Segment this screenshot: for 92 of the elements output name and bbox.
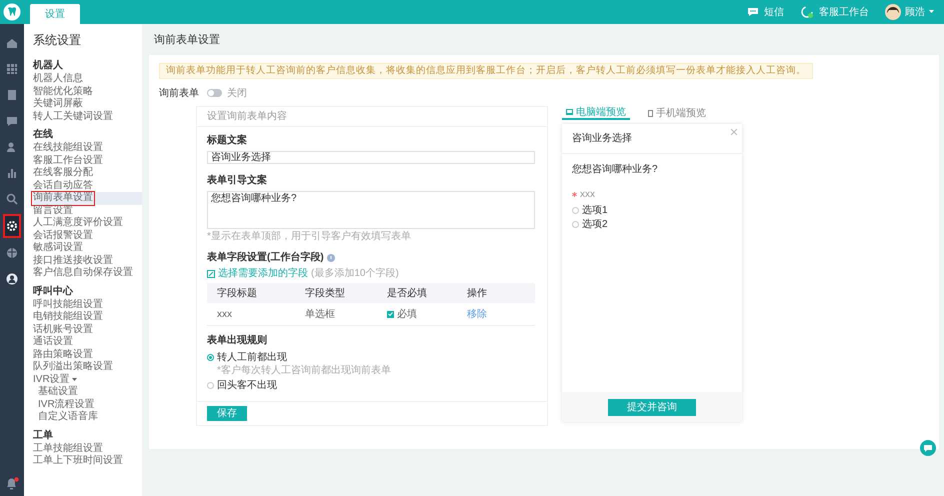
hint-text: *客户每次转人工咨询前都出现询前表单 <box>216 364 392 377</box>
required-checkbox[interactable] <box>387 310 394 318</box>
sidebar-item[interactable]: 工单技能组设置 <box>33 442 103 455</box>
sidebar-item[interactable]: 客户信息自动保存设置 <box>33 267 133 280</box>
notice-banner: 询前表单功能用于转人工咨询前的客户信息收集，将收集的信息应用到客服工作台；开启后，客户转人工前必须填写一份表单才能接入人工咨询。 <box>159 63 813 79</box>
sidebar-item[interactable]: 基础设置 <box>38 386 78 398</box>
sidebar-item[interactable]: 话机账号设置 <box>33 324 93 336</box>
field-label: 表单字段设置(工作台字段) <box>207 250 324 265</box>
people-icon <box>6 141 18 153</box>
field-label: 表单出现规则 <box>207 334 268 347</box>
sidebar-item[interactable]: 客服工作台设置 <box>33 154 103 167</box>
radio-button[interactable] <box>207 354 214 361</box>
page-title: 询前表单设置 <box>154 33 221 48</box>
rail-button[interactable] <box>3 214 21 238</box>
radio-label: 回头客不出现 <box>217 378 277 393</box>
sidebar-item[interactable]: 呼叫技能组设置 <box>33 298 103 311</box>
caret-icon[interactable] <box>72 378 77 382</box>
avatar-icon[interactable] <box>885 4 901 20</box>
title-input[interactable]: 咨询业务选择 <box>207 151 535 164</box>
sidebar-item[interactable]: 路由策略设置 <box>33 348 93 361</box>
sidebar-item[interactable]: 工单上下班时间设置 <box>33 455 123 468</box>
monitor-icon <box>566 109 573 115</box>
column-header: 是否必填 <box>387 286 428 300</box>
help-icon[interactable] <box>326 254 335 262</box>
sidebar-group-title: 工单 <box>33 428 54 442</box>
home-icon <box>6 37 18 49</box>
column-header: 字段标题 <box>217 286 258 300</box>
phone-icon <box>648 110 653 116</box>
settings-icon <box>6 220 18 232</box>
hint-text: *显示在表单顶部，用于引导客户有效填写表单 <box>207 230 412 243</box>
table-cell-text: xxx <box>217 308 233 322</box>
sidebar-item[interactable]: 留言设置 <box>33 204 73 217</box>
headset-ring-icon[interactable] <box>800 5 814 19</box>
sidebar-item[interactable]: 智能优化策略 <box>33 86 93 98</box>
question-label: xxx <box>580 188 595 202</box>
field-label: 标题文案 <box>207 134 248 147</box>
grid-icon <box>6 63 18 75</box>
sidebar-item[interactable]: 关键词屏蔽 <box>33 98 83 110</box>
sidebar-item[interactable]: IVR流程设置 <box>38 398 95 411</box>
search-icon <box>6 193 18 205</box>
document-icon <box>6 89 18 101</box>
chat-icon <box>6 115 18 127</box>
checkbox-label: 必填 <box>397 308 417 322</box>
sidebar-item[interactable]: 机器人信息 <box>33 73 83 86</box>
radio-label: 选项1 <box>582 204 608 218</box>
sidebar-item[interactable]: 转人工关键词设置 <box>33 110 113 123</box>
radio-button[interactable] <box>572 206 579 214</box>
radio-label: 转人工前都出现 <box>217 350 287 364</box>
toggle-switch[interactable] <box>207 89 222 97</box>
toggle-state: 关闭 <box>227 86 247 100</box>
sidebar-item[interactable]: 人工满意度评价设置 <box>33 217 123 230</box>
caret-icon[interactable] <box>929 10 934 14</box>
sidebar-group-title: 机器人 <box>33 59 64 72</box>
sidebar-item[interactable]: 自定义语音库 <box>38 411 98 424</box>
dialog-question: 您想咨询哪种业务? <box>572 163 659 176</box>
sidebar-item[interactable]: 队列溢出策略设置 <box>33 361 113 374</box>
bar-chart-icon <box>6 167 18 179</box>
column-header: 操作 <box>467 286 488 300</box>
sidebar-title: 系统设置 <box>33 32 82 48</box>
field-label: 表单引导文案 <box>207 174 268 187</box>
globe-icon <box>6 247 18 259</box>
dialog-title: 咨询业务选择 <box>572 132 632 146</box>
sidebar-item[interactable]: 会话自动应答 <box>33 180 93 192</box>
sidebar-item[interactable]: 接口推送接收设置 <box>33 254 113 267</box>
guide-textarea[interactable]: 您想咨询哪种业务? <box>207 191 535 229</box>
table-cell-text: 单选框 <box>305 308 336 322</box>
sidebar-group-title: 呼叫中心 <box>33 284 74 298</box>
sidebar-group-title: 在线 <box>33 128 54 141</box>
remove-link[interactable]: 移除 <box>467 306 545 322</box>
check-icon <box>388 312 393 316</box>
sidebar-item[interactable]: 电销技能组设置 <box>33 311 103 324</box>
edit-icon[interactable] <box>207 270 215 278</box>
radio-button[interactable] <box>572 220 579 228</box>
chat-icon <box>924 444 932 452</box>
chat-float-button[interactable] <box>920 440 936 456</box>
sidebar-item[interactable]: IVR设置 <box>33 374 70 386</box>
toggle-label: 询前表单 <box>159 86 199 100</box>
chat-bubble-icon[interactable] <box>747 7 759 17</box>
sidebar-item[interactable]: 在线客服分配 <box>33 167 93 180</box>
bell-icon[interactable] <box>5 477 19 490</box>
sidebar-item[interactable]: 敏感词设置 <box>33 242 83 254</box>
user-circle-icon <box>6 273 18 285</box>
sidebar-item[interactable]: 通话设置 <box>33 336 73 348</box>
radio-label: 选项2 <box>582 218 608 232</box>
sidebar-item[interactable]: 在线技能组设置 <box>33 142 103 154</box>
tooth-logo-icon <box>3 3 21 21</box>
add-field-hint: (最多添加10个字段) <box>311 266 399 281</box>
panel-header: 设置询前表单内容 <box>197 107 547 127</box>
column-header: 字段类型 <box>305 286 346 300</box>
radio-button[interactable] <box>207 382 214 389</box>
sidebar-item[interactable]: 会话报警设置 <box>33 230 93 242</box>
preview-tab[interactable]: 手机端预览 <box>644 106 710 120</box>
